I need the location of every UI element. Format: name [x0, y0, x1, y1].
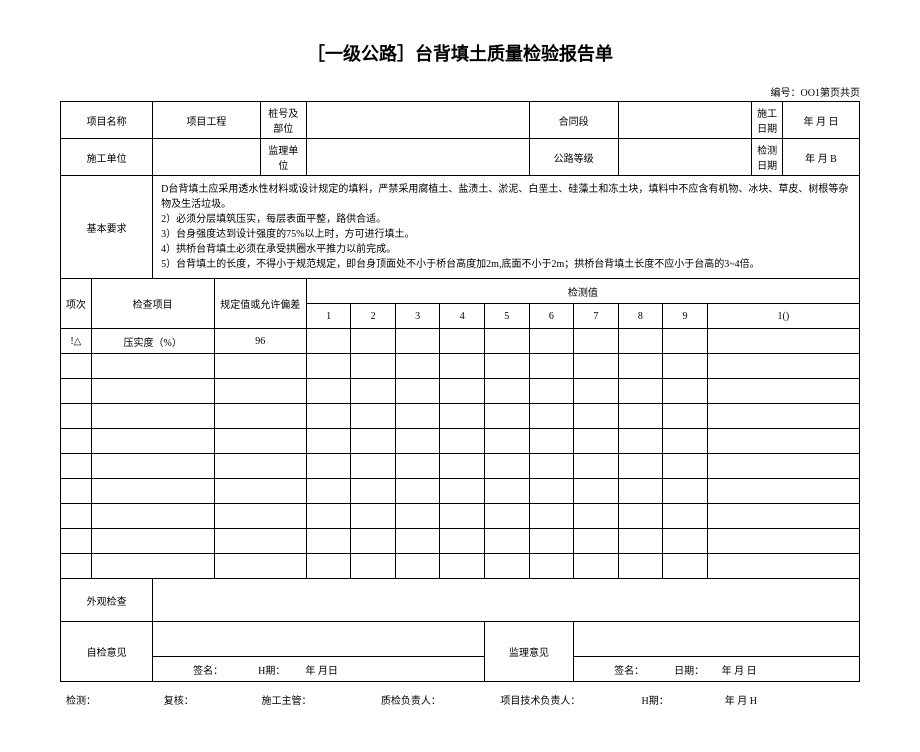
empty-row — [61, 429, 860, 454]
col-6: 6 — [529, 304, 574, 329]
spec-header: 规定值或允许偏差 — [214, 279, 306, 329]
empty-row — [61, 529, 860, 554]
signature-row: 签名： H期： 年 月日 签名： 日期： 年 月 日 — [61, 657, 860, 682]
empty-row — [61, 379, 860, 404]
basic-req-label: 基本要求 — [61, 176, 153, 279]
sign-area-2: 签名： 日期： 年 月 日 — [574, 657, 860, 682]
doc-number: 编号：OO1第页共页 — [60, 84, 860, 99]
date-fill2: 年 月 日 — [722, 666, 757, 677]
footer-hperiod: H期： — [636, 686, 719, 712]
contract-label: 合同段 — [529, 102, 618, 139]
empty-row — [61, 554, 860, 579]
col-8: 8 — [618, 304, 663, 329]
seq-1: !△ — [61, 329, 92, 354]
road-grade-label: 公路等级 — [529, 139, 618, 176]
empty-row — [61, 504, 860, 529]
col-3: 3 — [395, 304, 440, 329]
project-name-label: 项目名称 — [61, 102, 153, 139]
col-10: 1() — [707, 304, 859, 329]
col-5: 5 — [485, 304, 530, 329]
check-header-row-1: 项次 检查项目 规定值或允许偏差 检测值 — [61, 279, 860, 304]
supervise-unit-label: 监理单位 — [260, 139, 306, 176]
check-item-header: 检查项目 — [91, 279, 214, 329]
self-opinion-value — [153, 622, 485, 657]
header-row-2: 施工单位 监理单位 公路等级 检测日期 年 月 B — [61, 139, 860, 176]
construct-unit-label: 施工单位 — [61, 139, 153, 176]
date2-label: 日期： — [674, 666, 704, 677]
road-grade-value — [618, 139, 752, 176]
col-9: 9 — [663, 304, 708, 329]
col-7: 7 — [574, 304, 619, 329]
empty-row — [61, 454, 860, 479]
stake-value — [306, 102, 529, 139]
date-fill1: 年 月日 — [305, 666, 338, 677]
measure-header: 检测值 — [306, 279, 859, 304]
stake-label: 桩号及部位 — [260, 102, 306, 139]
empty-row — [61, 479, 860, 504]
basic-req-row: 基本要求 D台背填土应采用透水性材料或设计规定的填料，严禁采用腐植土、盐渍土、淤… — [61, 176, 860, 279]
main-table: 项目名称 项目工程 桩号及部位 合同段 施工日期 年 月 日 施工单位 监理单位… — [60, 101, 860, 682]
footer-review: 复核： — [158, 686, 256, 712]
basic-req-text: D台背填土应采用透水性材料或设计规定的填料，严禁采用腐植土、盐渍土、淤泥、白垩土… — [153, 176, 860, 279]
contract-value — [618, 102, 752, 139]
construct-unit-value — [153, 139, 261, 176]
footer-line: 检测： 复核： 施工主管： 质检负责人： 项目技术负责人： H期： 年 月 H — [60, 686, 860, 712]
header-row-1: 项目名称 项目工程 桩号及部位 合同段 施工日期 年 月 日 — [61, 102, 860, 139]
supervise-opinion-label: 监理意见 — [485, 622, 574, 682]
appearance-value — [153, 579, 860, 622]
empty-row — [61, 354, 860, 379]
sign1-label: 签名： — [193, 666, 223, 677]
construct-date-label: 施工日期 — [752, 102, 783, 139]
page-title: ［一级公路］台背填土质量检验报告单 — [60, 40, 860, 66]
footer-chief: 施工主管： — [255, 686, 374, 712]
supervise-opinion-value — [574, 622, 860, 657]
appearance-label: 外观检查 — [61, 579, 153, 622]
sign-area-1: 签名： H期： 年 月日 — [153, 657, 485, 682]
appearance-row: 外观检查 — [61, 579, 860, 622]
hperiod1-label: H期： — [258, 666, 285, 677]
spec-1: 96 — [214, 329, 306, 354]
supervise-unit-value — [306, 139, 529, 176]
project-eng-label: 项目工程 — [153, 102, 261, 139]
footer-tech: 项目技术负责人： — [494, 686, 635, 712]
inspect-date-label: 检测日期 — [752, 139, 783, 176]
footer-inspect: 检测： — [60, 686, 158, 712]
footer-date: 年 月 H — [719, 686, 860, 712]
construct-date-value: 年 月 日 — [783, 102, 860, 139]
sign2-label: 签名： — [614, 666, 644, 677]
inspect-date-value: 年 月 B — [783, 139, 860, 176]
self-opinion-label: 自检意见 — [61, 622, 153, 682]
opinion-row: 自检意见 监理意见 — [61, 622, 860, 657]
col-1: 1 — [306, 304, 351, 329]
footer-qc: 质检负责人： — [375, 686, 494, 712]
item-1: 压实度（%） — [91, 329, 214, 354]
col-4: 4 — [440, 304, 485, 329]
col-2: 2 — [351, 304, 396, 329]
seq-header: 项次 — [61, 279, 92, 329]
data-row-1: !△ 压实度（%） 96 — [61, 329, 860, 354]
empty-row — [61, 404, 860, 429]
